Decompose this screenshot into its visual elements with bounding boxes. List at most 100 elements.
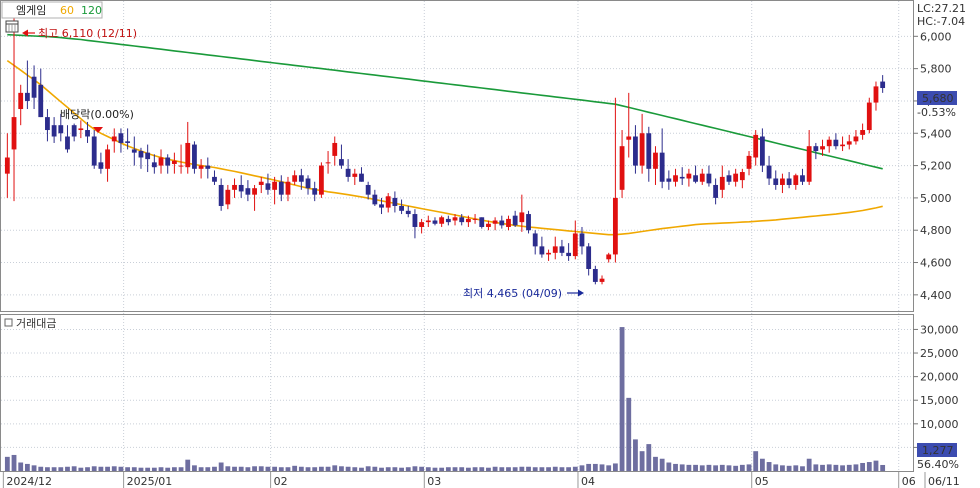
volume-bar[interactable]	[673, 463, 678, 471]
candle[interactable]	[719, 165, 725, 198]
volume-bar[interactable]	[111, 466, 117, 471]
candle[interactable]	[71, 123, 77, 142]
volume-bar[interactable]	[192, 465, 197, 471]
candle[interactable]	[539, 236, 545, 258]
candle[interactable]	[472, 214, 478, 224]
volume-bar[interactable]	[245, 467, 251, 471]
volume-bar[interactable]	[866, 462, 872, 471]
stock-chart[interactable]: 6,0005,8005,6005,4005,2005,0004,8004,600…	[0, 0, 980, 488]
volume-bar[interactable]	[719, 464, 725, 471]
candle[interactable]	[345, 159, 351, 182]
candle[interactable]	[51, 117, 57, 143]
candle[interactable]	[405, 205, 411, 218]
volume-bar[interactable]	[606, 465, 612, 471]
candle[interactable]	[265, 173, 271, 195]
volume-bar[interactable]	[218, 462, 224, 471]
candle[interactable]	[171, 152, 177, 174]
volume-bar[interactable]	[579, 465, 585, 471]
volume-bar[interactable]	[539, 467, 545, 471]
volume-bar[interactable]	[38, 466, 44, 471]
volume-bar[interactable]	[853, 464, 859, 471]
candle[interactable]	[526, 210, 531, 234]
candle[interactable]	[840, 136, 845, 152]
volume-bar[interactable]	[425, 467, 431, 471]
volume-bar[interactable]	[706, 464, 712, 471]
candle[interactable]	[693, 165, 698, 184]
volume-bar[interactable]	[833, 464, 839, 471]
candle[interactable]	[800, 168, 805, 185]
chart-canvas[interactable]: 6,0005,8005,6005,4005,2005,0004,8004,600…	[0, 0, 980, 488]
volume-bar[interactable]	[526, 466, 531, 471]
candle[interactable]	[566, 243, 572, 261]
volume-bar[interactable]	[272, 466, 278, 471]
volume-bar[interactable]	[486, 467, 491, 471]
volume-bar[interactable]	[546, 467, 551, 471]
candle[interactable]	[31, 65, 37, 110]
candle[interactable]	[98, 152, 104, 174]
volume-bar[interactable]	[298, 466, 304, 471]
candle[interactable]	[158, 149, 164, 174]
candle[interactable]	[439, 215, 445, 227]
candle[interactable]	[686, 168, 692, 187]
candle[interactable]	[706, 165, 712, 187]
volume-bar[interactable]	[753, 451, 759, 471]
candle[interactable]	[853, 130, 859, 145]
candle[interactable]	[733, 168, 739, 187]
volume-bar[interactable]	[51, 467, 57, 471]
volume-bar[interactable]	[813, 464, 819, 471]
candle[interactable]	[218, 178, 224, 211]
volume-bar[interactable]	[158, 467, 164, 471]
volume-bar[interactable]	[352, 467, 358, 471]
volume-bar[interactable]	[465, 467, 471, 471]
candle[interactable]	[499, 215, 505, 229]
volume-bar[interactable]	[699, 465, 705, 471]
candle[interactable]	[445, 215, 451, 226]
volume-bar[interactable]	[572, 466, 578, 471]
candle[interactable]	[105, 144, 110, 182]
volume-bar[interactable]	[612, 463, 618, 471]
volume-bar[interactable]	[105, 466, 110, 471]
volume-bar[interactable]	[599, 464, 605, 471]
volume-bar[interactable]	[766, 462, 772, 471]
chart-settings-icon[interactable]	[5, 20, 19, 33]
candlestick-series[interactable]	[4, 18, 886, 285]
candle[interactable]	[425, 215, 431, 227]
volume-bar[interactable]	[846, 464, 852, 471]
volume-bar[interactable]	[318, 466, 324, 471]
volume-bar[interactable]	[459, 467, 465, 471]
volume-bar[interactable]	[499, 467, 505, 471]
candle[interactable]	[91, 130, 97, 169]
volume-bar[interactable]	[653, 456, 658, 471]
candle[interactable]	[759, 128, 765, 173]
volume-bar[interactable]	[679, 464, 685, 471]
volume-bar[interactable]	[365, 466, 371, 471]
volume-bar[interactable]	[185, 459, 191, 471]
candle[interactable]	[352, 168, 358, 185]
candle[interactable]	[833, 133, 839, 150]
candle[interactable]	[145, 144, 151, 173]
volume-bar[interactable]	[278, 467, 284, 471]
candle[interactable]	[753, 130, 759, 166]
candle[interactable]	[773, 170, 779, 190]
volume-bar[interactable]	[746, 464, 752, 471]
candle[interactable]	[192, 141, 197, 174]
volume-bar[interactable]	[379, 467, 384, 471]
candle[interactable]	[325, 151, 331, 174]
volume-bar[interactable]	[419, 466, 425, 471]
volume-bar[interactable]	[252, 466, 257, 471]
volume-bar[interactable]	[820, 464, 825, 471]
candle[interactable]	[586, 243, 592, 276]
candle[interactable]	[318, 162, 324, 198]
candle[interactable]	[646, 126, 652, 182]
candle[interactable]	[606, 252, 612, 263]
volume-bar[interactable]	[339, 466, 344, 471]
volume-bar[interactable]	[552, 466, 558, 471]
volume-bar[interactable]	[506, 467, 511, 471]
candle[interactable]	[813, 142, 819, 160]
volume-bar[interactable]	[58, 467, 64, 471]
candle[interactable]	[111, 128, 117, 153]
candle[interactable]	[278, 175, 284, 202]
volume-bar[interactable]	[332, 465, 338, 471]
candle[interactable]	[726, 170, 732, 185]
candle[interactable]	[559, 239, 565, 257]
